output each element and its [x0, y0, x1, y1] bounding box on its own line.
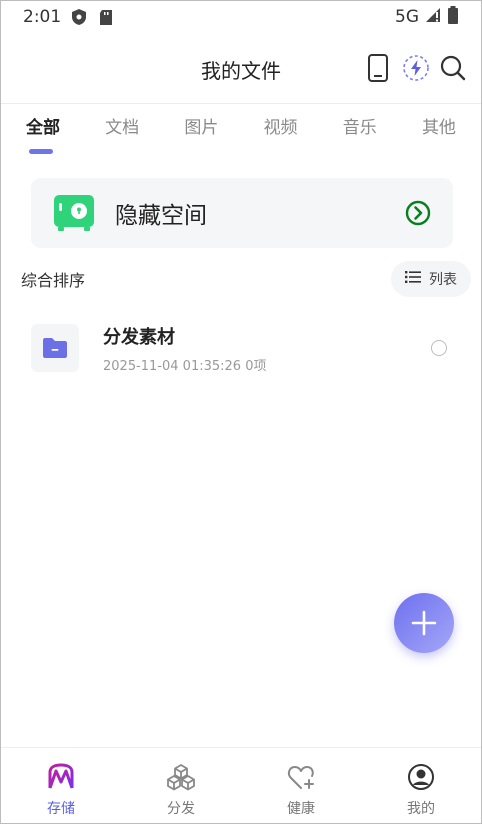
nav-label: 分发 — [167, 801, 195, 817]
folder-name: 分发素材 — [103, 326, 175, 348]
hidden-space-label: 隐藏空间 — [115, 203, 207, 229]
cubes-icon — [166, 762, 196, 792]
hidden-space-card[interactable]: 隐藏空间 — [31, 178, 453, 248]
status-right: 5G — [395, 5, 459, 29]
nav-item-storage[interactable]: 存储 — [1, 748, 121, 823]
nav-item-health[interactable]: 健康 — [241, 748, 361, 823]
nav-label: 健康 — [287, 801, 315, 817]
tab-documents[interactable]: 文档 — [104, 113, 140, 159]
tab-label: 视频 — [263, 118, 298, 138]
storage-icon — [46, 762, 76, 792]
lightning-icon — [403, 55, 429, 81]
shield-icon — [71, 8, 87, 26]
heart-plus-icon — [286, 762, 316, 792]
tab-label: 音乐 — [342, 118, 377, 138]
app-header: 我的文件 — [1, 41, 481, 97]
battery-icon — [447, 5, 459, 29]
header-divider — [1, 103, 481, 104]
tab-label: 其他 — [421, 118, 456, 138]
tab-label: 图片 — [184, 118, 219, 138]
tab-indicator — [29, 149, 53, 154]
tab-all[interactable]: 全部 — [25, 113, 61, 159]
plus-icon — [411, 610, 437, 636]
tab-label: 全部 — [26, 118, 60, 138]
view-mode-label: 列表 — [429, 272, 457, 288]
view-mode-button[interactable]: 列表 — [391, 261, 471, 297]
bottom-nav: 存储 分发 健康 我的 — [1, 747, 481, 823]
file-type-tabs: 全部 文档 图片 视频 音乐 其他 — [1, 113, 481, 159]
network-label: 5G — [395, 7, 419, 27]
user-circle-icon — [406, 762, 436, 792]
list-item[interactable]: 分发素材 2025-11-04 01:35:26 0项 — [31, 323, 453, 374]
nav-item-mine[interactable]: 我的 — [361, 748, 481, 823]
list-icon — [405, 270, 421, 288]
tab-label: 文档 — [105, 118, 140, 138]
app-frame: 2:01 5G 我的文件 全部 文档 图片 视频 音乐 其他 隐藏空间 综合排序… — [0, 0, 482, 824]
flash-transfer-button[interactable] — [402, 53, 430, 83]
tab-other[interactable]: 其他 — [421, 113, 457, 159]
tab-images[interactable]: 图片 — [183, 113, 219, 159]
folder-thumbnail — [31, 324, 79, 372]
status-time: 2:01 — [23, 7, 62, 27]
search-button[interactable] — [439, 53, 467, 83]
sort-dropdown[interactable]: 综合排序 — [21, 267, 85, 291]
signal-icon — [425, 7, 441, 28]
tab-music[interactable]: 音乐 — [342, 113, 378, 159]
nav-item-distribute[interactable]: 分发 — [121, 748, 241, 823]
folder-text: 分发素材 2025-11-04 01:35:26 0项 — [103, 323, 266, 374]
status-bar: 2:01 5G — [1, 1, 481, 33]
nav-label: 存储 — [47, 801, 75, 817]
tab-videos[interactable]: 视频 — [263, 113, 299, 159]
search-icon — [440, 55, 466, 81]
folder-icon — [43, 338, 67, 358]
nav-label: 我的 — [407, 801, 435, 817]
select-radio[interactable] — [431, 340, 447, 356]
folder-meta: 2025-11-04 01:35:26 0项 — [103, 358, 267, 374]
chevron-right-circle-icon — [405, 200, 431, 226]
sd-card-icon — [99, 9, 113, 26]
phone-button[interactable] — [364, 53, 392, 83]
safe-icon — [53, 193, 95, 233]
add-button[interactable] — [394, 593, 454, 653]
phone-icon — [368, 54, 388, 82]
sort-row: 综合排序 列表 — [1, 259, 481, 299]
